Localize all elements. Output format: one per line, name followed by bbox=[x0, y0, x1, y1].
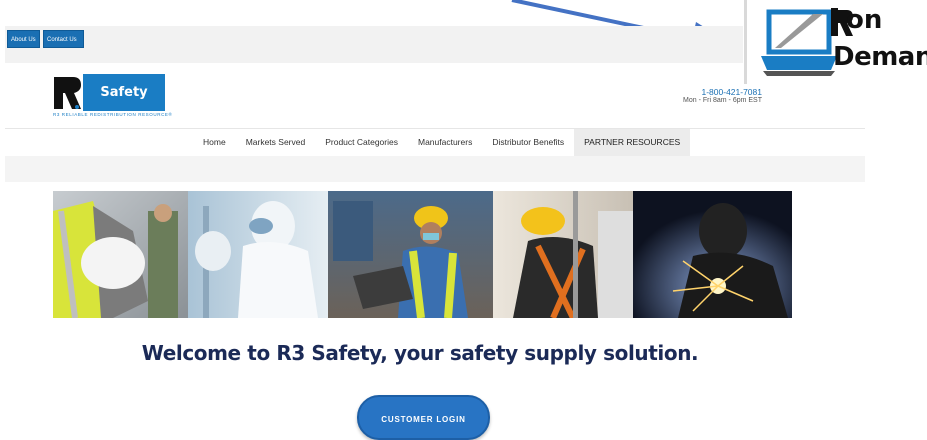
contact-us-button[interactable]: Contact Us bbox=[43, 30, 84, 48]
main-nav: Home Markets Served Product Categories M… bbox=[193, 129, 691, 156]
customer-login-button[interactable]: CUSTOMER LOGIN bbox=[357, 395, 490, 440]
hero-banner-image bbox=[53, 191, 792, 318]
welcome-heading: Welcome to R3 Safety, your safety supply… bbox=[141, 341, 699, 365]
phone-number[interactable]: 1-800-421-7081 bbox=[640, 87, 763, 97]
nav-product-categories[interactable]: Product Categories bbox=[315, 129, 408, 156]
nav-distributor-benefits[interactable]: Distributor Benefits bbox=[482, 129, 574, 156]
on-demand-line1: on bbox=[846, 5, 883, 35]
subnav-strip bbox=[5, 156, 865, 182]
nav-markets-served[interactable]: Markets Served bbox=[236, 129, 316, 156]
r3-safety-logo[interactable]: Safety bbox=[53, 74, 165, 112]
logo-brand-box: Safety bbox=[83, 74, 165, 111]
top-utility-bar: About Us Contact Us bbox=[5, 26, 743, 63]
page: About Us Contact Us on Demand Safety R3 … bbox=[0, 0, 927, 440]
logo-tagline: R3 RELIABLE REDISTRIBUTION RESOURCE® bbox=[53, 112, 173, 117]
business-hours: Mon - Fri 8am - 6pm EST bbox=[683, 97, 762, 104]
about-us-button[interactable]: About Us bbox=[7, 30, 40, 48]
r3-on-demand-badge: on Demand bbox=[744, 0, 927, 84]
r3-logo-icon bbox=[53, 74, 82, 111]
on-demand-line2: Demand bbox=[833, 42, 927, 72]
nav-manufacturers[interactable]: Manufacturers bbox=[408, 129, 482, 156]
nav-home[interactable]: Home bbox=[193, 129, 236, 156]
nav-partner-resources[interactable]: PARTNER RESOURCES bbox=[574, 129, 691, 156]
